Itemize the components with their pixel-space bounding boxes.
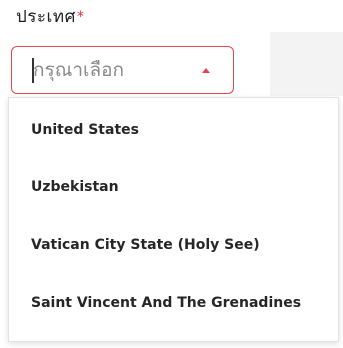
caret-up-icon[interactable]	[202, 68, 210, 73]
required-asterisk: *	[76, 9, 85, 25]
option-uzbekistan[interactable]: Uzbekistan	[9, 159, 338, 215]
option-united-states[interactable]: United States	[9, 102, 338, 158]
country-label-text: ประเทศ	[16, 7, 76, 27]
option-vatican-city-state[interactable]: Vatican City State (Holy See)	[9, 217, 338, 273]
select-placeholder: กรุณาเลือก	[33, 59, 125, 81]
background-panel	[270, 32, 343, 96]
country-field-label: ประเทศ*	[16, 9, 84, 26]
country-dropdown-list: United States Uzbekistan Vatican City St…	[8, 97, 339, 342]
country-select-screen: ประเทศ* กรุณาเลือก United States Uzbekis…	[0, 0, 343, 348]
country-select[interactable]: กรุณาเลือก	[11, 46, 234, 94]
option-saint-vincent-and-the-grenadines[interactable]: Saint Vincent And The Grenadines	[9, 275, 338, 331]
